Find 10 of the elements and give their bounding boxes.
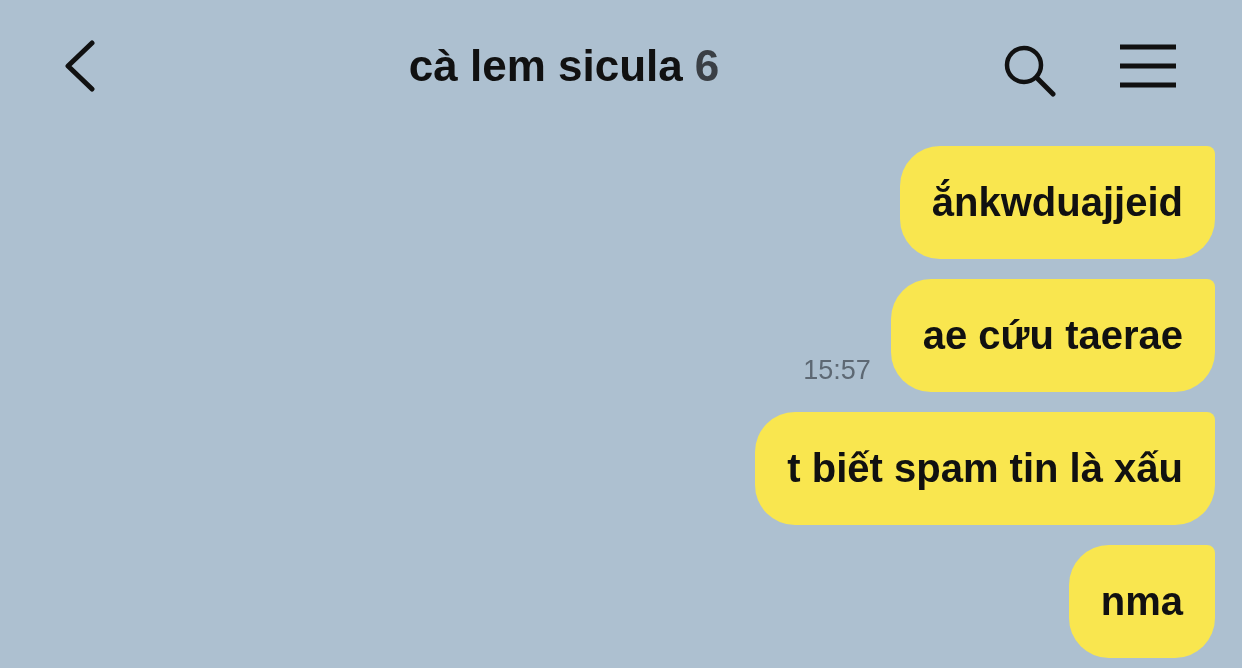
back-icon[interactable]	[62, 40, 96, 92]
search-icon[interactable]	[1002, 43, 1056, 97]
message-bubble: ae cứu taerae	[890, 279, 1215, 392]
message-bubble: nma	[1068, 545, 1215, 658]
message-bubble: t biết spam tin là xấu	[755, 412, 1215, 525]
member-count: 6	[694, 41, 720, 91]
chat-title: cà lem sicula	[408, 41, 683, 91]
message-bubble: ắnkwduajjeid	[899, 146, 1215, 259]
message-time: 15:57	[803, 355, 871, 386]
menu-icon[interactable]	[1118, 43, 1178, 89]
